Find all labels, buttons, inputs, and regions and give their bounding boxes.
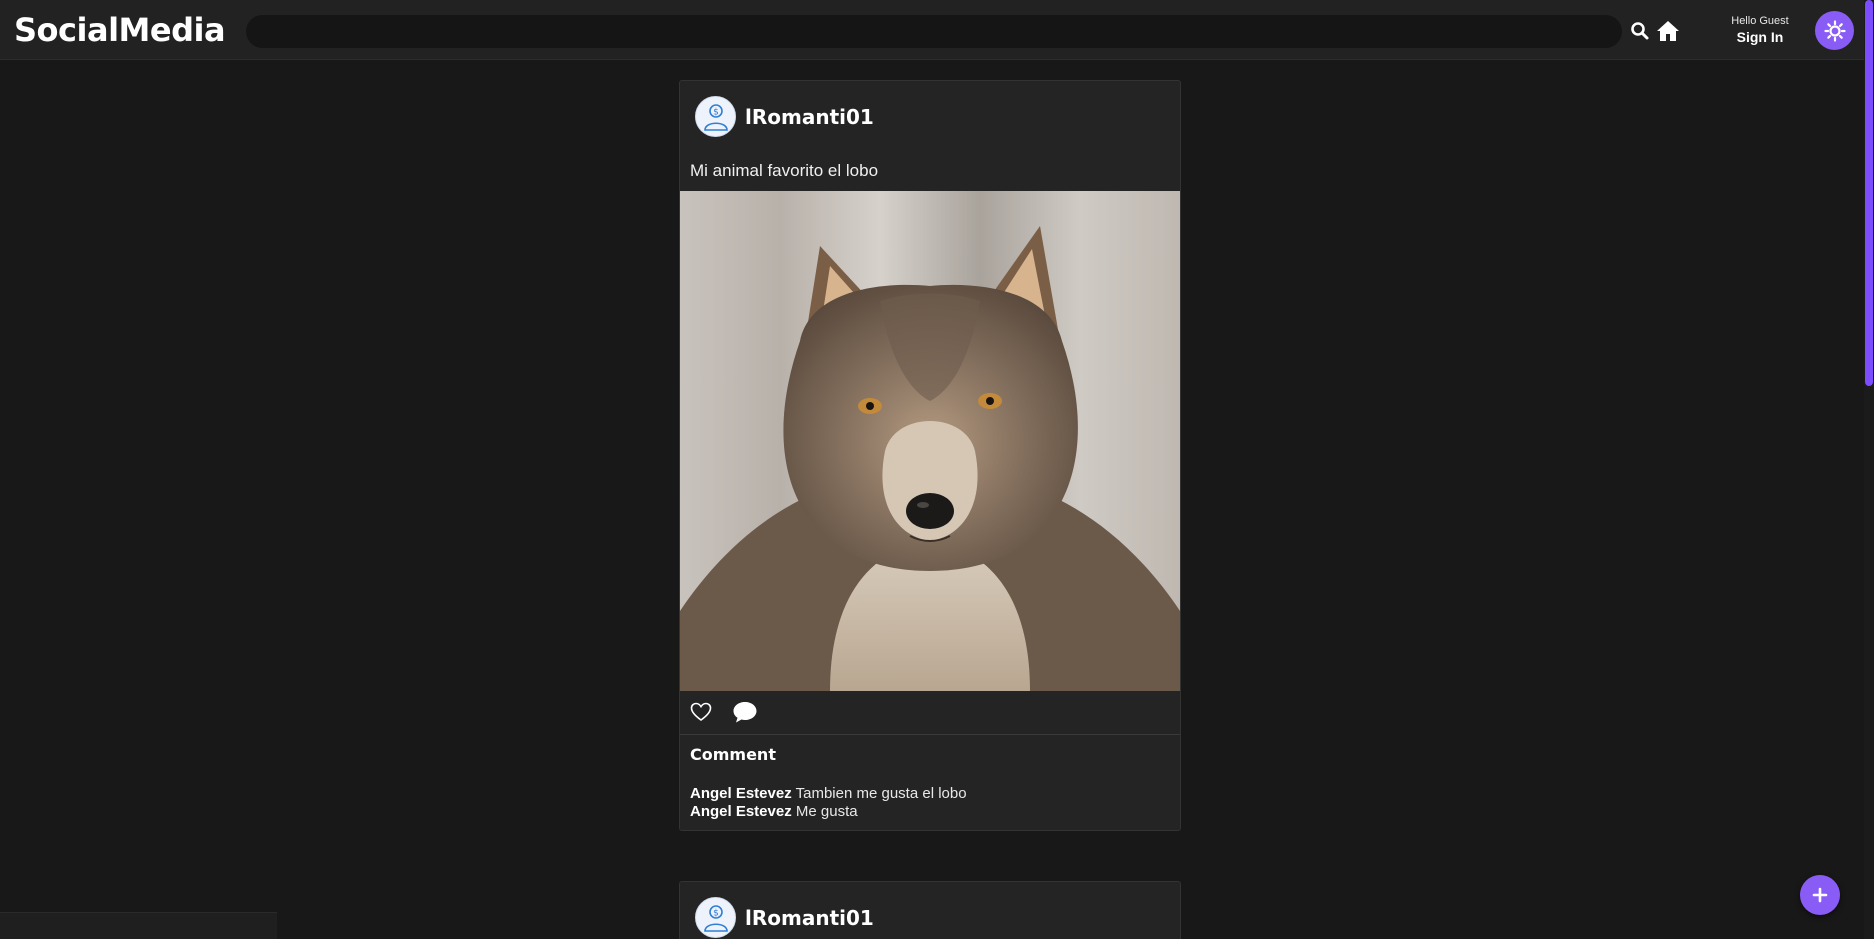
post-username[interactable]: lRomanti01 <box>745 105 874 129</box>
bottom-left-panel <box>0 912 277 939</box>
user-avatar-icon[interactable]: $ <box>695 897 736 938</box>
app-logo[interactable]: SocialMedia <box>14 11 226 49</box>
comment-text: Tambien me gusta el lobo <box>795 785 967 802</box>
post-card: $ lRomanti01 Mi animal favorito el lobo <box>679 80 1181 831</box>
comment-item: Angel Estevez Tambien me gusta el lobo <box>690 785 967 802</box>
wolf-photo <box>680 191 1180 691</box>
svg-text:$: $ <box>713 107 719 117</box>
comment-bubble-icon[interactable] <box>732 700 758 724</box>
theme-toggle-button[interactable] <box>1815 11 1854 50</box>
plus-icon <box>1812 887 1828 903</box>
greeting-text: Hello Guest <box>1731 15 1789 27</box>
svg-text:$: $ <box>713 908 719 918</box>
comment-author[interactable]: Angel Estevez <box>690 803 792 820</box>
post-card: $ lRomanti01 <box>679 881 1181 939</box>
search-icon[interactable] <box>1630 21 1650 41</box>
scrollbar-thumb[interactable] <box>1865 0 1873 386</box>
user-avatar-icon[interactable]: $ <box>695 96 736 137</box>
search-input[interactable] <box>246 15 1622 48</box>
post-caption: Mi animal favorito el lobo <box>690 161 879 180</box>
heart-icon[interactable] <box>690 701 712 723</box>
top-navigation-bar: SocialMedia Hello Guest Sign In <box>0 0 1864 60</box>
sun-icon <box>1823 19 1846 42</box>
post-username[interactable]: lRomanti01 <box>745 906 874 930</box>
comments-heading: Comment <box>690 745 776 764</box>
comment-text: Me gusta <box>795 803 858 820</box>
comment-item: Angel Estevez Me gusta <box>690 803 858 820</box>
add-post-button[interactable] <box>1800 875 1840 915</box>
home-icon[interactable] <box>1655 18 1681 44</box>
post-actions-bar <box>680 691 1180 735</box>
comment-author[interactable]: Angel Estevez <box>690 785 792 802</box>
sign-in-link[interactable]: Sign In <box>1720 29 1800 45</box>
